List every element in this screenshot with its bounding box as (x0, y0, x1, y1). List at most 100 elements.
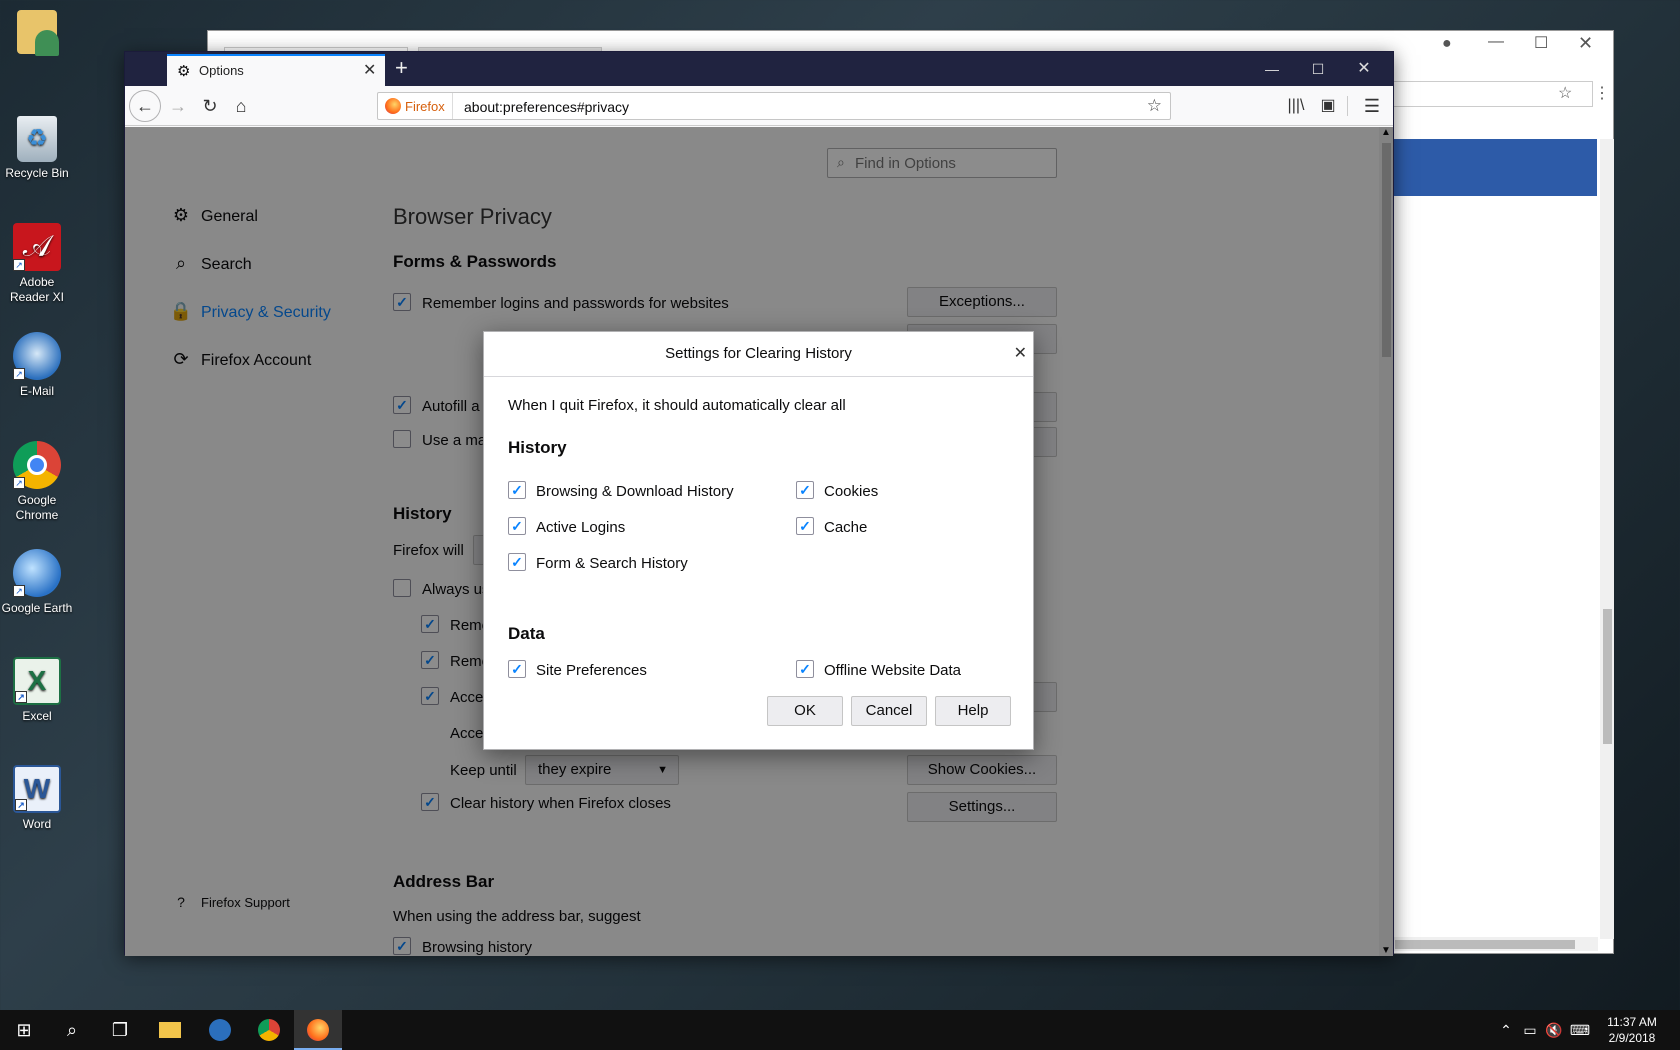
cookies-label: Cookies (824, 483, 879, 500)
desktop-icon-label: Adobe Reader XI (9, 275, 65, 304)
cache-label: Cache (824, 519, 868, 536)
bg-scrollbar-thumb[interactable] (1603, 609, 1612, 744)
shortcut-arrow-icon: ↗ (13, 477, 25, 489)
volume-muted-icon[interactable]: 🔇 (1542, 1010, 1566, 1050)
minimize-button[interactable]: — (1249, 52, 1295, 86)
profile-icon[interactable]: ● (1442, 35, 1452, 53)
search-icon[interactable]: ⌕ (48, 1010, 96, 1050)
gear-icon: ⚙ (177, 63, 191, 80)
desktop-icon-label: Excel (22, 709, 52, 723)
bg-horizontal-scrollbar[interactable] (1393, 937, 1598, 951)
tab-options[interactable]: ⚙ Options ✕ (167, 54, 385, 86)
ok-button[interactable]: OK (767, 696, 843, 726)
network-icon[interactable]: ▭ (1518, 1010, 1542, 1050)
dialog-close-icon[interactable]: ✕ (1014, 343, 1027, 363)
desktop-icon-email[interactable]: ↗ E-Mail (0, 332, 74, 399)
desktop-icon-label: E-Mail (19, 384, 54, 398)
desktop-icon-label: Recycle Bin (5, 166, 69, 180)
desktop-icon-adobe-reader[interactable]: 𝒜 ↗ Adobe Reader XI (0, 223, 74, 305)
show-hidden-icons-chevron[interactable]: ⌃ (1494, 1010, 1518, 1050)
shortcut-arrow-icon: ↗ (15, 799, 27, 811)
offline-website-data-checkbox[interactable]: ✓ (796, 660, 814, 678)
title-bar: ⚙ Options ✕ + — ☐ ✕ (125, 52, 1393, 86)
desktop-icon-google-earth[interactable]: ↗ Google Earth (0, 549, 74, 616)
shortcut-arrow-icon: ↗ (13, 368, 25, 380)
browsing-download-history-label: Browsing & Download History (536, 483, 734, 500)
home-button[interactable]: ⌂ (226, 92, 256, 120)
desktop-icon-excel[interactable]: X ↗ Excel (0, 657, 74, 724)
word-icon: W ↗ (13, 765, 61, 813)
clear-history-settings-dialog: Settings for Clearing History ✕ When I q… (483, 331, 1034, 750)
thunderbird-icon: ↗ (13, 332, 61, 380)
url-bar[interactable]: Firefox about:preferences#privacy ☆ (377, 92, 1171, 120)
desktop-icon-label: Google Earth (1, 601, 73, 615)
cancel-button[interactable]: Cancel (851, 696, 927, 726)
active-logins-checkbox[interactable]: ✓ (508, 517, 526, 535)
identity-label: Firefox (405, 99, 445, 114)
thunderbird-taskbar-icon[interactable] (196, 1010, 244, 1050)
chrome-taskbar-icon[interactable] (245, 1010, 293, 1050)
form-search-history-checkbox[interactable]: ✓ (508, 553, 526, 571)
adobe-reader-icon: 𝒜 ↗ (13, 223, 61, 271)
hamburger-menu-icon[interactable]: ☰ (1357, 92, 1387, 120)
maximize-button[interactable]: ☐ (1295, 52, 1341, 86)
dialog-data-heading: Data (508, 624, 545, 643)
tab-close-icon[interactable]: ✕ (363, 60, 376, 80)
identity-separator (452, 93, 453, 119)
cache-checkbox[interactable]: ✓ (796, 517, 814, 535)
shortcut-arrow-icon: ↗ (13, 259, 25, 271)
desktop-icon-word[interactable]: W ↗ Word (0, 765, 74, 832)
google-earth-icon: ↗ (13, 549, 61, 597)
help-button[interactable]: Help (935, 696, 1011, 726)
firefox-logo-icon (385, 98, 401, 114)
site-preferences-label: Site Preferences (536, 662, 647, 679)
bg-menu-icon[interactable]: ⋮ (1594, 83, 1610, 103)
firefox-taskbar-icon[interactable] (294, 1010, 342, 1050)
clock-time: 11:37 AM (1607, 1015, 1657, 1029)
desktop-icon-recycle-bin[interactable]: ♻ Recycle Bin (0, 116, 74, 181)
taskbar: ⊞ ⌕ ❐ ⌃ ▭ 🔇 ⌨ 11:37 AM 2/9/2018 (0, 1010, 1680, 1050)
bg-hscroll-thumb[interactable] (1395, 940, 1575, 949)
desktop-icon-label: Word (22, 817, 52, 831)
system-clock[interactable]: 11:37 AM 2/9/2018 (1600, 1014, 1664, 1046)
user-folder-icon (17, 10, 59, 56)
tab-title: Options (199, 63, 244, 78)
offline-website-data-label: Offline Website Data (824, 662, 962, 679)
bg-blue-banner (1393, 139, 1597, 196)
desktop-icon-user[interactable] (0, 10, 74, 58)
reload-button[interactable]: ↻ (195, 92, 225, 120)
site-preferences-checkbox[interactable]: ✓ (508, 660, 526, 678)
recycle-bin-icon: ♻ (17, 116, 57, 162)
start-button[interactable]: ⊞ (0, 1010, 48, 1050)
desktop-icon-label: Google Chrome (15, 493, 59, 522)
clock-date: 2/9/2018 (1608, 1031, 1656, 1045)
url-text[interactable]: about:preferences#privacy (464, 99, 629, 115)
excel-icon: X ↗ (13, 657, 61, 705)
close-window-button[interactable]: ✕ (1341, 52, 1387, 86)
navbar-separator (1347, 96, 1348, 116)
bg-maximize-button[interactable]: ☐ (1534, 33, 1548, 53)
dialog-intro: When I quit Firefox, it should automatic… (508, 397, 846, 414)
dialog-history-heading: History (508, 438, 567, 457)
keyboard-icon[interactable]: ⌨ (1566, 1010, 1594, 1050)
cookies-checkbox[interactable]: ✓ (796, 481, 814, 499)
browsing-download-history-checkbox[interactable]: ✓ (508, 481, 526, 499)
forward-button[interactable]: → (163, 92, 193, 120)
back-button[interactable]: ← (129, 90, 161, 122)
shortcut-arrow-icon: ↗ (13, 585, 25, 597)
library-icon[interactable]: |||\ (1281, 92, 1311, 120)
navigation-toolbar: ← → ↻ ⌂ Firefox about:preferences#privac… (125, 86, 1393, 126)
form-search-history-label: Form & Search History (536, 555, 688, 572)
file-explorer-icon[interactable] (146, 1010, 194, 1050)
dialog-title: Settings for Clearing History (484, 332, 1033, 377)
bg-minimize-button[interactable]: — (1488, 33, 1504, 51)
chrome-icon: ↗ (13, 441, 61, 489)
sidebar-icon[interactable]: ▣ (1313, 92, 1343, 120)
bookmark-star-icon[interactable]: ☆ (1147, 96, 1162, 116)
new-tab-button[interactable]: + (395, 55, 408, 81)
bg-star-icon[interactable]: ☆ (1558, 83, 1572, 103)
desktop-icon-google-chrome[interactable]: ↗ Google Chrome (0, 441, 74, 523)
bg-vertical-scrollbar[interactable] (1600, 139, 1614, 939)
task-view-icon[interactable]: ❐ (96, 1010, 144, 1050)
bg-close-button[interactable]: ✕ (1578, 33, 1593, 54)
